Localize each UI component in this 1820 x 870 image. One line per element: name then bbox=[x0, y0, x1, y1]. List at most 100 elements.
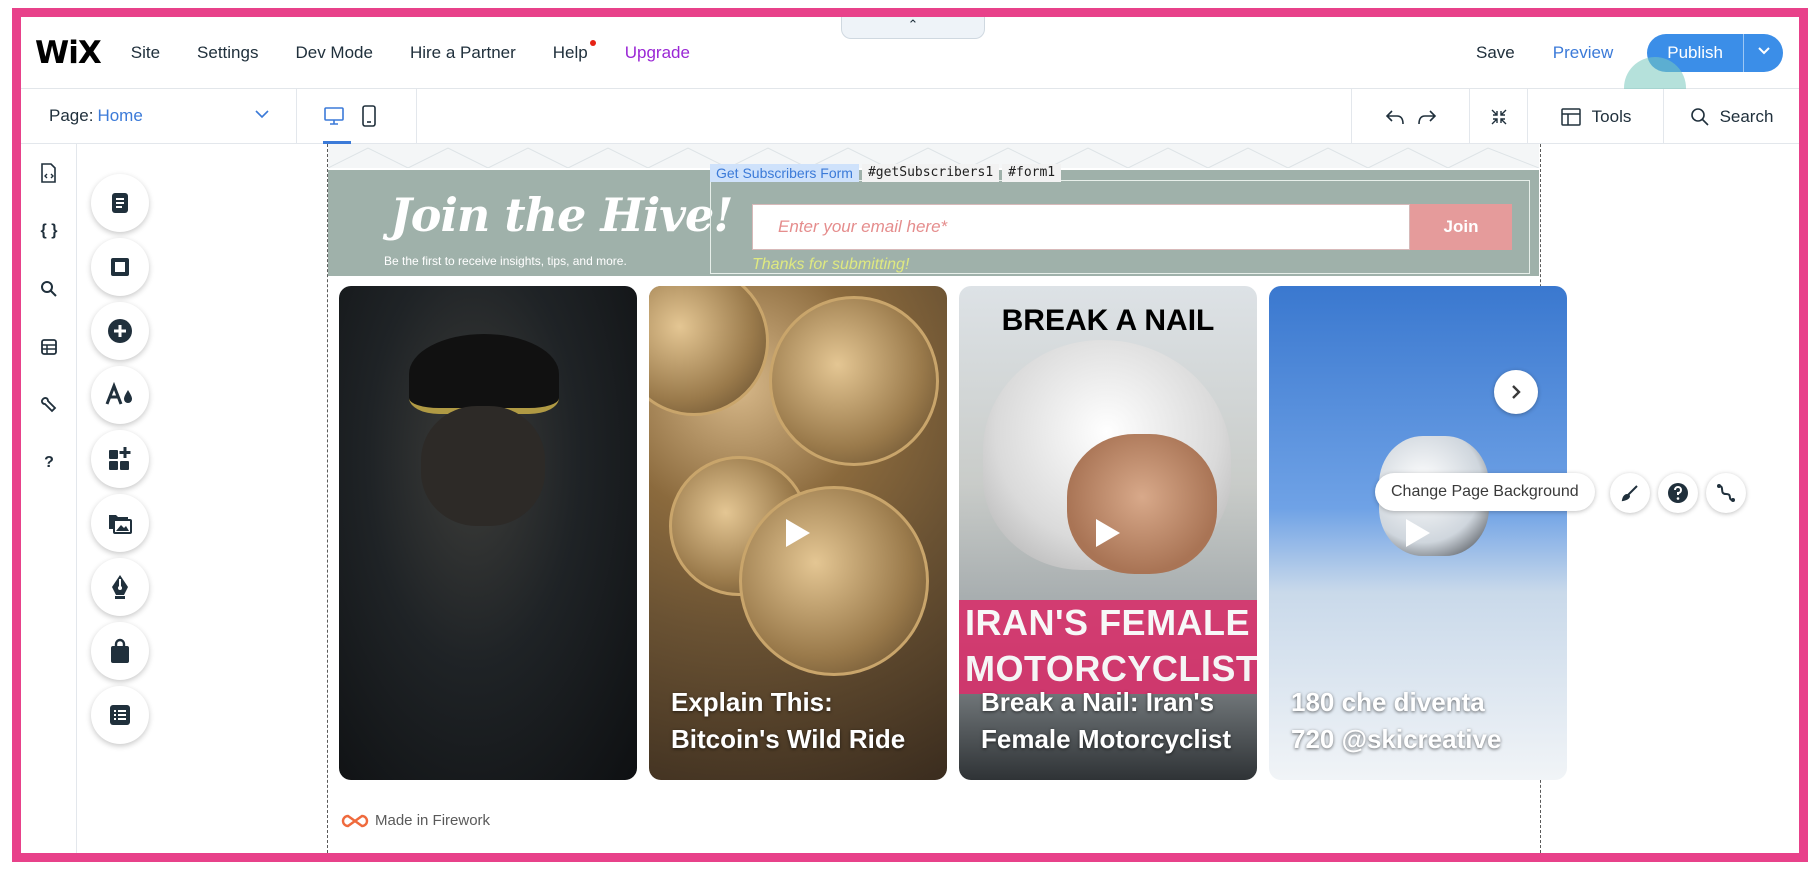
menu-site[interactable]: Site bbox=[131, 43, 160, 63]
video-band: IRAN'S FEMALE MOTORCYCLIST bbox=[959, 600, 1257, 694]
app-market-icon[interactable] bbox=[91, 430, 149, 488]
page-code-icon[interactable] bbox=[21, 144, 77, 202]
gallery-next-button[interactable] bbox=[1494, 370, 1538, 414]
chevron-down-icon bbox=[1757, 47, 1770, 55]
save-button[interactable]: Save bbox=[1476, 43, 1515, 63]
video-top-label: BREAK A NAIL bbox=[1001, 304, 1215, 337]
mobile-icon[interactable] bbox=[361, 105, 377, 127]
menu-help[interactable]: Help bbox=[552, 39, 596, 63]
tools-label: Tools bbox=[1591, 106, 1632, 126]
video-card[interactable]: 180 che diventa 720 @skicreative bbox=[1269, 286, 1567, 780]
preview-button[interactable]: Preview bbox=[1553, 43, 1613, 63]
top-bar: WiX Site Settings Dev Mode Hire a Partne… bbox=[21, 17, 1799, 89]
menu-dev-mode[interactable]: Dev Mode bbox=[295, 43, 372, 63]
video-card[interactable]: Explain This: Bitcoin's Wild Ride bbox=[649, 286, 947, 780]
video-thumbnail-shape bbox=[769, 296, 939, 466]
menu-hire-partner[interactable]: Hire a Partner bbox=[410, 43, 516, 63]
video-caption: 180 che diventa 720 @skicreative bbox=[1291, 684, 1501, 758]
video-caption: Break a Nail: Iran's Female Motorcyclist bbox=[981, 684, 1231, 758]
wrench-icon[interactable] bbox=[21, 376, 77, 434]
thanks-message: Thanks for submitting! bbox=[752, 256, 910, 273]
media-icon[interactable] bbox=[91, 494, 149, 552]
caption-line: Break a Nail: Iran's bbox=[981, 687, 1215, 717]
page-selector[interactable]: Page: Home bbox=[21, 88, 297, 144]
editor-canvas[interactable]: Join the Hive! Be the first to receive i… bbox=[327, 144, 1799, 853]
tools-icon bbox=[1560, 107, 1581, 126]
device-switcher bbox=[297, 88, 417, 144]
cms-icon[interactable] bbox=[91, 686, 149, 744]
editor-toolbar: Page: Home Tools Search bbox=[21, 88, 1799, 144]
screen-frame: WiX Site Settings Dev Mode Hire a Partne… bbox=[12, 8, 1808, 862]
design-icon[interactable] bbox=[91, 366, 149, 424]
brush-icon bbox=[1621, 485, 1638, 502]
toolbar-right: Tools Search bbox=[1351, 89, 1799, 144]
email-field[interactable]: Enter your email here* bbox=[752, 204, 1410, 250]
database-icon[interactable] bbox=[21, 318, 77, 376]
video-card[interactable] bbox=[339, 286, 637, 780]
publish-dropdown-button[interactable] bbox=[1743, 34, 1783, 72]
desktop-icon[interactable] bbox=[323, 105, 345, 127]
video-thumbnail-shape bbox=[421, 406, 545, 526]
collapse-toolbar-button[interactable]: ⌃ bbox=[841, 17, 985, 39]
band-line: IRAN'S FEMALE bbox=[965, 602, 1251, 643]
play-icon bbox=[1406, 519, 1430, 547]
page-label: Page: bbox=[49, 106, 94, 125]
form-type-label: Get Subscribers Form bbox=[710, 164, 859, 182]
video-card[interactable]: BREAK A NAIL IRAN'S FEMALE MOTORCYCLIST … bbox=[959, 286, 1257, 780]
zoom-out-button[interactable] bbox=[1469, 89, 1527, 144]
animation-button[interactable] bbox=[1706, 473, 1746, 513]
notification-dot bbox=[589, 39, 596, 46]
video-caption: Explain This: Bitcoin's Wild Ride bbox=[671, 684, 905, 758]
change-page-background-button[interactable]: Change Page Background bbox=[1375, 473, 1595, 511]
blog-icon[interactable] bbox=[91, 558, 149, 616]
caption-line: Explain This: bbox=[671, 687, 833, 717]
caption-line: 720 @skicreative bbox=[1291, 724, 1502, 754]
play-icon bbox=[1096, 519, 1120, 547]
help-button[interactable] bbox=[1658, 473, 1698, 513]
made-in-label: Made in Firework bbox=[375, 812, 491, 829]
form-id2-label: #form1 bbox=[1002, 164, 1062, 182]
video-thumbnail-shape bbox=[1067, 434, 1217, 574]
undo-redo bbox=[1351, 89, 1469, 144]
main-menu: Site Settings Dev Mode Hire a Partner He… bbox=[131, 39, 690, 63]
store-icon[interactable] bbox=[91, 622, 149, 680]
search-button[interactable]: Search bbox=[1663, 89, 1799, 144]
caption-line: Bitcoin's Wild Ride bbox=[671, 724, 906, 754]
join-button[interactable]: Join bbox=[1410, 204, 1512, 250]
pages-icon[interactable] bbox=[91, 174, 149, 232]
form-selection-label: Get Subscribers Form #getSubscribers1 #f… bbox=[710, 164, 1062, 182]
tools-button[interactable]: Tools bbox=[1527, 89, 1663, 144]
left-rail: { } ? bbox=[21, 144, 77, 853]
undo-icon[interactable] bbox=[1384, 106, 1406, 128]
section-icon[interactable] bbox=[91, 238, 149, 296]
subscribe-strip[interactable]: Join the Hive! Be the first to receive i… bbox=[328, 164, 1539, 276]
page-value: Home bbox=[97, 106, 143, 125]
brush-button[interactable] bbox=[1610, 473, 1650, 513]
caption-line: Female Motorcyclist bbox=[981, 724, 1231, 754]
chevron-right-icon bbox=[1512, 385, 1521, 399]
play-icon bbox=[786, 519, 810, 547]
video-thumbnail-shape bbox=[409, 334, 559, 414]
hive-subtitle: Be the first to receive insights, tips, … bbox=[384, 254, 627, 268]
chevron-down-icon bbox=[255, 109, 269, 118]
video-thumbnail-shape bbox=[739, 486, 929, 676]
add-elements-icon[interactable] bbox=[91, 302, 149, 360]
menu-settings[interactable]: Settings bbox=[197, 43, 258, 63]
hive-title: Join the Hive! bbox=[390, 188, 733, 242]
firework-logo-icon bbox=[341, 814, 369, 827]
menu-help-label: Help bbox=[552, 42, 588, 62]
form-id-label: #getSubscribers1 bbox=[861, 164, 1000, 182]
search-icon bbox=[1690, 107, 1709, 126]
menu-upgrade[interactable]: Upgrade bbox=[625, 43, 690, 63]
shrink-icon bbox=[1491, 109, 1506, 124]
video-thumbnail-shape bbox=[649, 286, 769, 416]
add-panel bbox=[77, 144, 327, 853]
help-icon[interactable]: ? bbox=[21, 434, 77, 492]
made-in-firework[interactable]: Made in Firework bbox=[341, 812, 490, 829]
redo-icon[interactable] bbox=[1416, 106, 1438, 128]
search-icon[interactable] bbox=[21, 260, 77, 318]
animation-icon bbox=[1717, 484, 1735, 502]
code-braces-icon[interactable]: { } bbox=[21, 202, 77, 260]
caption-line: 180 che diventa bbox=[1291, 687, 1485, 717]
wix-logo[interactable]: WiX bbox=[35, 35, 102, 71]
